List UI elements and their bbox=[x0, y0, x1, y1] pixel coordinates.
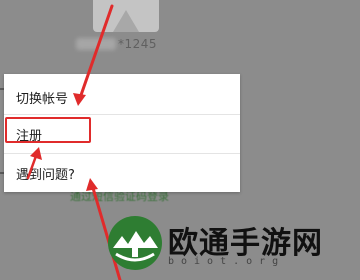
arrow-to-register bbox=[26, 147, 42, 180]
site-logo-icon bbox=[108, 216, 162, 270]
app-screen: *1245 通过短信验证码登录 切换帐号 注册 遇到问题? 欧通手游网 boio… bbox=[0, 0, 360, 280]
watermark: 欧通手游网 boiot.org bbox=[106, 210, 356, 276]
arrow-to-switch-account bbox=[73, 4, 114, 106]
watermark-domain: boiot.org bbox=[168, 256, 286, 267]
